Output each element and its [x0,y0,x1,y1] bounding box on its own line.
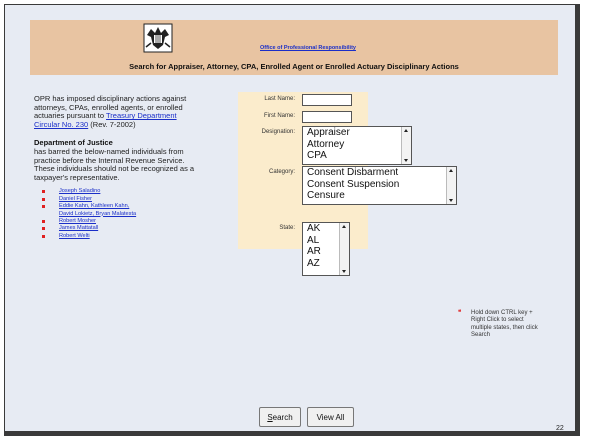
first-name-input[interactable] [302,111,352,123]
category-option[interactable]: Consent Disbarment [303,167,456,179]
designation-option[interactable]: Appraiser [303,127,411,139]
scroll-up-icon[interactable] [449,169,453,172]
name-link[interactable]: Joseph Saladino [59,188,100,194]
multi-select-hint: ❝ Hold down CTRL key + Right Click to se… [458,310,538,339]
name-link[interactable]: Robert Welti [59,233,90,239]
intro-paragraph: OPR has imposed disciplinary actions aga… [34,94,204,129]
designation-scrollbar[interactable] [401,127,411,164]
scroll-up-icon[interactable] [404,129,408,132]
list-item: David Lokietz, Bryan Malatesta [34,211,204,218]
list-item: Eddie Kahn, Kathleen Kahn, [34,203,204,210]
name-link[interactable]: Eddie Kahn, Kathleen Kahn, [59,203,129,209]
list-item: James Mattatall [34,225,204,232]
opr-link[interactable]: Office of Professional Responsibility [260,45,356,51]
last-name-label: Last Name: [264,96,295,102]
scroll-down-icon[interactable] [404,159,408,162]
list-item: Daniel Fisher [34,196,204,203]
search-button[interactable]: Search [259,407,301,427]
name-link[interactable]: Robert Mosher [59,218,96,224]
slide: Office of Professional Responsibility Se… [4,4,580,436]
doj-text: has barred the below-named individuals f… [34,146,195,182]
first-name-label: First Name: [263,113,295,119]
list-item: Robert Mosher [34,218,204,225]
page-title: Search for Appraiser, Attorney, CPA, Enr… [129,62,459,71]
state-listbox[interactable]: AK AL AR AZ [302,222,350,276]
category-listbox[interactable]: Consent Disbarment Consent Suspension Ce… [302,166,457,205]
hint-text: Hold down CTRL key + Right Click to sele… [471,310,538,338]
view-all-button[interactable]: View All [307,407,354,427]
quote-bullet-icon: ❝ [458,310,462,316]
name-link[interactable]: James Mattatall [59,225,98,231]
last-name-input[interactable] [302,94,352,106]
scroll-up-icon[interactable] [342,225,346,228]
name-link[interactable]: Daniel Fisher [59,196,92,202]
designation-label: Designation: [261,129,295,135]
category-scrollbar[interactable] [446,167,456,204]
irs-eagle-logo-icon [143,23,173,53]
name-link[interactable]: David Lokietz, Bryan Malatesta [59,211,136,217]
intro-suffix: (Rev. 7-2002) [88,119,136,129]
page-number: 22 [556,425,564,432]
category-option[interactable]: Consent Suspension [303,179,456,191]
category-option[interactable]: Censure [303,190,456,202]
category-label: Category: [268,169,295,175]
search-button-rest: earch [272,413,293,422]
barred-names-list: Joseph Saladino Daniel Fisher Eddie Kahn… [34,188,204,240]
list-item: Joseph Saladino [34,188,204,195]
designation-listbox[interactable]: Appraiser Attorney CPA [302,126,412,165]
state-label: State: [279,225,295,231]
header-banner: Office of Professional Responsibility Se… [30,20,558,75]
designation-option[interactable]: Attorney [303,139,411,151]
scroll-down-icon[interactable] [449,199,453,202]
info-column: OPR has imposed disciplinary actions aga… [34,94,204,240]
state-scrollbar[interactable] [339,223,349,275]
doj-paragraph: Department of Justice has barred the bel… [34,139,204,182]
designation-option[interactable]: CPA [303,150,411,162]
scroll-down-icon[interactable] [342,270,346,273]
list-item: Robert Welti [34,233,204,240]
search-form: Last Name: First Name: Designation: Appr… [238,92,457,276]
